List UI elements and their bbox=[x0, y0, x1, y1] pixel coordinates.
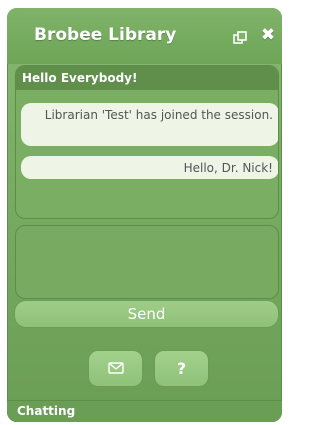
message-input[interactable] bbox=[15, 225, 279, 299]
email-button[interactable] bbox=[88, 350, 143, 387]
chat-message: Hello, Dr. Nick! bbox=[21, 156, 278, 179]
chat-log: Hello Everybody! Librarian 'Test' has jo… bbox=[15, 65, 279, 219]
chat-message: Librarian 'Test' has joined the session. bbox=[21, 103, 278, 146]
close-icon[interactable]: ✖ bbox=[259, 26, 277, 44]
status-text: Chatting bbox=[17, 404, 76, 418]
mail-icon bbox=[107, 362, 124, 374]
chat-widget: Brobee Library ✖ Hello Everybody! Librar… bbox=[7, 8, 282, 422]
chat-header-text: Hello Everybody! bbox=[22, 71, 138, 85]
status-bar: Chatting bbox=[7, 400, 282, 422]
help-button[interactable]: ? bbox=[154, 350, 209, 387]
title-bar: Brobee Library ✖ bbox=[7, 8, 282, 64]
chat-header: Hello Everybody! bbox=[16, 66, 278, 90]
send-button[interactable]: Send bbox=[14, 300, 279, 328]
window-title: Brobee Library bbox=[34, 25, 177, 45]
popout-icon[interactable] bbox=[233, 30, 247, 44]
